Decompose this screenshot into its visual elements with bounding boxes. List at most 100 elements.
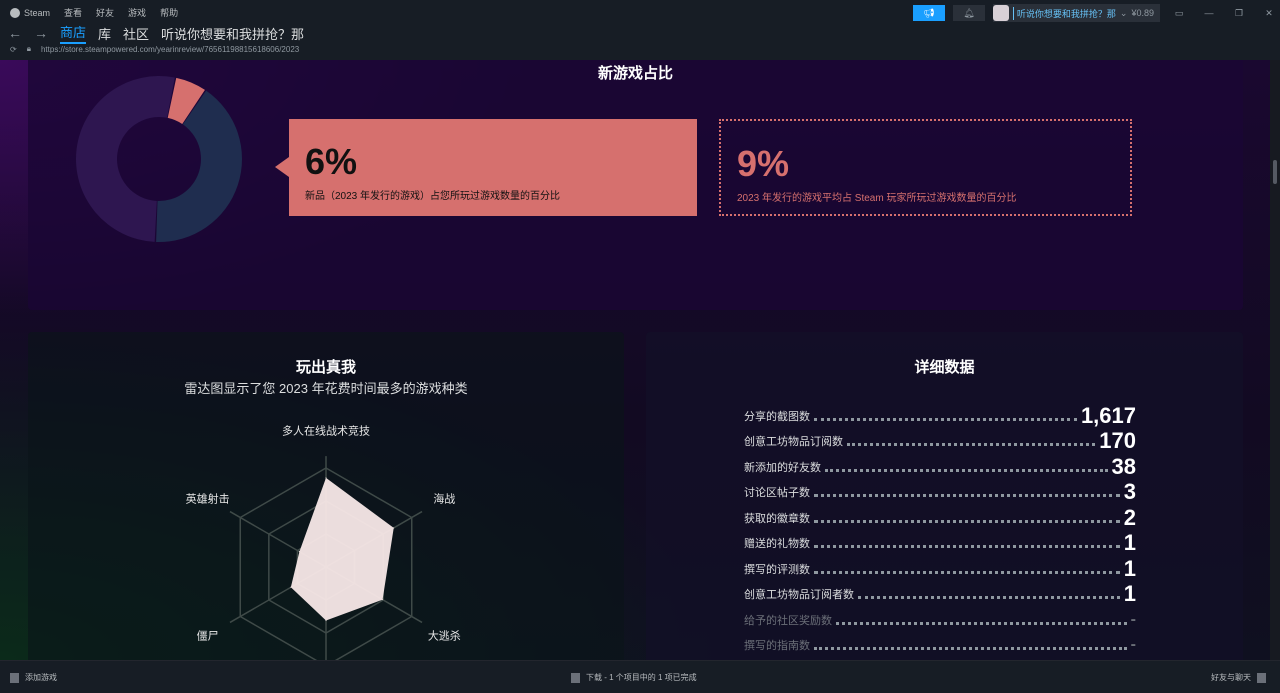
close-icon[interactable]: ✕ — [1258, 8, 1280, 19]
stat-label: 创意工坊物品订阅者数 — [744, 589, 854, 601]
stat-label: 撰写的评测数 — [744, 563, 810, 576]
radar-axis-label: 英雄射击 — [186, 492, 230, 506]
account-menu[interactable]: 听说你想要和我拼抢？那 ⌄ ¥0.89 — [992, 4, 1160, 22]
footer-bar: 添加游戏 下载 - 1 个项目中的 1 项已完成 好友与聊天 — [0, 660, 1280, 693]
chat-icon — [1257, 672, 1266, 683]
radar-point — [382, 599, 384, 601]
chevron-down-icon: ⌄ — [1119, 7, 1128, 18]
dot-leader — [847, 443, 1096, 446]
stat-label: 赠送的礼物数 — [744, 538, 810, 550]
forward-arrow-icon[interactable]: → — [34, 25, 48, 41]
stat-label: 撰写的指南数 — [744, 640, 810, 652]
wallet-balance: ¥0.89 — [1131, 8, 1154, 18]
dot-leader — [858, 596, 1120, 599]
dot-leader — [814, 570, 1120, 574]
tab-library[interactable]: 库 — [98, 24, 111, 43]
friends-chat-button[interactable]: 好友与聊天 — [1211, 672, 1266, 683]
menu-steam[interactable]: Steam — [10, 7, 51, 18]
new-games-panel: 新游戏占比 6% 新品（2023 年发行的游戏）占您所玩过游戏数量的百分比 9%… — [28, 60, 1243, 310]
stat-label: 新添加的好友数 — [744, 461, 821, 474]
radar-axis-label: 海战 — [433, 492, 455, 506]
stat-value: 3 — [1123, 479, 1136, 504]
dot-leader — [814, 545, 1120, 548]
stat-label: 讨论区帖子数 — [744, 487, 810, 499]
radar-axis-label: 多人在线战术竞技 — [282, 423, 370, 437]
genre-panel: 玩出真我 雷达图显示了您 2023 年花费时间最多的游戏种类 多人在线战术竞技海… — [28, 332, 624, 660]
stat-row: 创意工坊物品订阅数 170 — [744, 428, 1136, 454]
stat-value: 2 — [1123, 504, 1136, 530]
minimize-icon[interactable]: — — [1198, 8, 1220, 18]
tab-profile[interactable]: 听说你想要和我拼抢？那 — [161, 24, 304, 43]
stat-row: 赠送的礼物数 1 — [744, 530, 1136, 556]
downloads-button[interactable]: 下载 - 1 个项目中的 1 项已完成 — [571, 672, 697, 683]
title-bar: Steam 查看 好友 游戏 帮助 ← → 商店 库 社区 听说你想要和我拼抢？… — [0, 0, 1280, 60]
radar-point — [325, 619, 327, 621]
avg-new-games-card: 9% 2023 年发行的游戏平均占 Steam 玩家所玩过游戏数量的百分比 — [719, 119, 1132, 216]
stat-label: 创意工坊物品订阅数 — [744, 436, 843, 448]
lock-icon: 🔒︎ — [26, 44, 31, 53]
dot-leader — [814, 647, 1127, 650]
back-arrow-icon[interactable]: ← — [8, 25, 22, 41]
add-game-button[interactable]: 添加游戏 — [10, 672, 57, 683]
megaphone-icon: 📢︎ — [923, 8, 935, 18]
your-new-games-pct: 6% — [305, 141, 358, 182]
stat-value: 1 — [1123, 555, 1136, 581]
stats-list: 分享的截图数 1,617 创意工坊物品订阅数 170 新添加的好友数 38 讨论区帖子数 3 获… — [744, 402, 1136, 657]
steam-logo-icon — [10, 7, 20, 18]
title-right: 📢︎ 🔔︎ 听说你想要和我拼抢？那 ⌄ ¥0.89 ▭ — ❐ ✕ — [912, 4, 1280, 22]
dot-leader — [836, 621, 1127, 625]
download-icon — [571, 672, 580, 683]
your-new-games-desc: 新品（2023 年发行的游戏）占您所玩过游戏数量的百分比 — [305, 191, 561, 202]
stats-title: 详细数据 — [914, 359, 975, 376]
friends-chat-label: 好友与聊天 — [1211, 673, 1251, 682]
downloads-label: 下载 - 1 个项目中的 1 项已完成 — [586, 673, 697, 682]
tab-community[interactable]: 社区 — [123, 24, 149, 43]
avg-new-games-pct: 9% — [737, 143, 790, 184]
stat-row: 给予的社区奖励数 - — [744, 606, 1136, 632]
stat-value: 1,617 — [1080, 402, 1136, 428]
stat-row: 讨论区帖子数 3 — [744, 479, 1136, 505]
stat-value: 1 — [1123, 530, 1136, 555]
stat-row: 分享的截图数 1,617 — [744, 402, 1136, 428]
stat-label: 分享的截图数 — [744, 410, 810, 423]
menu-games[interactable]: 游戏 — [128, 6, 146, 19]
announcements-button[interactable]: 📢︎ — [912, 5, 945, 21]
radar-point — [290, 586, 292, 588]
page-content: 新游戏占比 6% 新品（2023 年发行的游戏）占您所玩过游戏数量的百分比 9%… — [0, 60, 1270, 660]
stats-panel: 详细数据 分享的截图数 1,617 创意工坊物品订阅数 170 新添加的好友数 38 讨论区… — [646, 332, 1243, 660]
nav-bar: ← → 商店 库 社区 听说你想要和我拼抢？那 — [8, 22, 304, 44]
scrollbar[interactable] — [1270, 60, 1280, 660]
stat-row: 撰写的指南数 - — [744, 632, 1136, 658]
menu-friends[interactable]: 好友 — [96, 6, 114, 19]
bell-icon: 🔔︎ — [963, 8, 975, 18]
notifications-button[interactable]: 🔔︎ — [952, 5, 985, 21]
stat-row: 创意工坊物品订阅者数 1 — [744, 581, 1136, 607]
stat-value: 38 — [1111, 453, 1136, 479]
reload-icon[interactable]: ⟳ — [10, 45, 17, 54]
radar-point — [325, 477, 327, 479]
radar-axis-label: 僵尸 — [197, 629, 219, 642]
dot-leader — [825, 468, 1108, 472]
scrollbar-thumb[interactable] — [1273, 160, 1277, 184]
account-name: 听说你想要和我拼抢？那 — [1012, 6, 1116, 20]
stat-value: 1 — [1123, 581, 1136, 606]
stat-value: 170 — [1099, 428, 1136, 453]
stat-value: - — [1130, 636, 1136, 653]
big-picture-icon[interactable]: ▭ — [1168, 8, 1190, 19]
stat-label: 获取的徽章数 — [744, 512, 810, 525]
url-bar: ⟳ 🔒︎ https://store.steampowered.com/year… — [10, 44, 299, 54]
radar-point — [298, 551, 300, 553]
menu-steam-label: Steam — [24, 7, 51, 18]
menu-help[interactable]: 帮助 — [160, 6, 178, 19]
url-text[interactable]: https://store.steampowered.com/yearinrev… — [41, 45, 299, 54]
radar-axis-label: 大逃杀 — [428, 628, 461, 642]
menu-view[interactable]: 查看 — [64, 6, 82, 19]
tab-store[interactable]: 商店 — [60, 22, 87, 44]
stat-row: 获取的徽章数 2 — [744, 504, 1136, 530]
restore-icon[interactable]: ❐ — [1228, 8, 1250, 19]
menu-bar: Steam 查看 好友 游戏 帮助 — [10, 6, 178, 19]
plus-icon — [10, 672, 19, 683]
stat-value: - — [1130, 610, 1136, 628]
stat-row: 撰写的评测数 1 — [744, 555, 1136, 581]
dot-leader — [814, 417, 1077, 421]
